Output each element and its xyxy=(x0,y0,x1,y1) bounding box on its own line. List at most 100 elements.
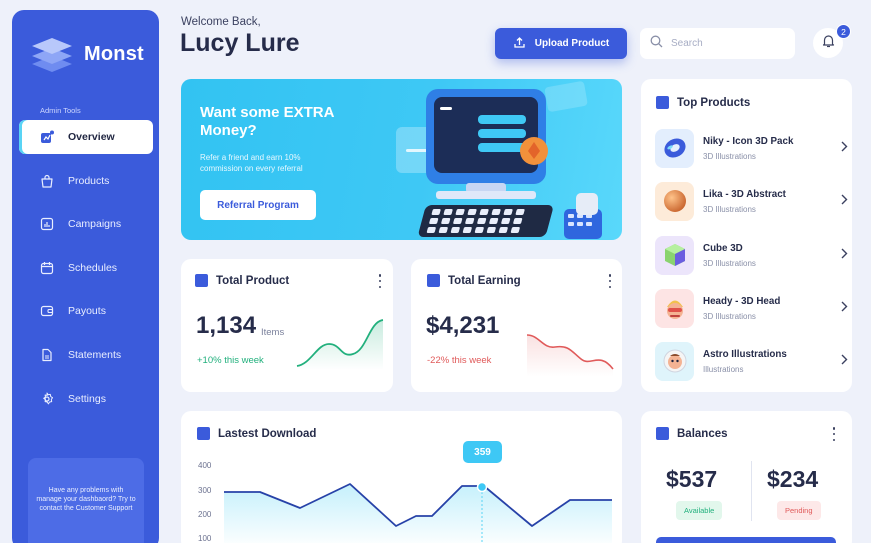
top-products-card: Top Products Niky - Icon 3D Pack 3D Illus… xyxy=(641,79,852,392)
card-title-text: Lastest Download xyxy=(218,427,317,440)
product-name: Niky - Icon 3D Pack xyxy=(703,135,794,147)
more-options-icon[interactable] xyxy=(608,274,612,288)
pending-balance: $234 xyxy=(767,466,819,492)
card-title-text: Total Product xyxy=(216,274,290,287)
card-title-text: Top Products xyxy=(677,96,751,109)
bell-icon xyxy=(822,34,835,53)
product-category: Illustrations xyxy=(703,364,744,374)
welcome-text: Welcome Back, xyxy=(181,16,261,28)
card-title: Balances xyxy=(656,427,728,440)
total-earning-value: $4,231 xyxy=(426,312,500,339)
y-tick-label: 200 xyxy=(198,510,212,519)
list-item[interactable]: Cube 3D 3D Illustrations xyxy=(655,234,848,276)
total-earning-card: Total Earning $4,231 -22% this week xyxy=(411,259,622,392)
product-thumbnail xyxy=(655,128,694,168)
product-name: Lika - 3D Abstract xyxy=(703,188,786,200)
withdraw-button[interactable] xyxy=(656,537,836,543)
promo-title: Want some EXTRA Money? xyxy=(200,104,334,139)
chart-icon xyxy=(40,217,54,231)
card-marker-icon xyxy=(656,96,669,109)
product-name: Heady - 3D Head xyxy=(703,295,781,307)
product-name: Astro Illustrations xyxy=(703,348,787,360)
product-thumbnail xyxy=(655,235,694,275)
chevron-right-icon xyxy=(841,194,848,205)
download-line-chart xyxy=(224,481,612,543)
card-title-text: Total Earning xyxy=(448,274,521,287)
search-bar xyxy=(640,28,795,59)
sidebar-item-overview[interactable]: Overview xyxy=(19,120,153,154)
product-thumbnail xyxy=(655,341,694,381)
bag-icon xyxy=(40,174,54,188)
sidebar-item-label: Settings xyxy=(68,392,106,405)
sidebar-item-label: Products xyxy=(68,174,110,187)
list-item[interactable]: Astro Illustrations Illustrations xyxy=(655,340,848,382)
card-title-text: Balances xyxy=(677,427,728,440)
sidebar-item-payouts[interactable]: Payouts xyxy=(19,294,153,328)
referral-program-button[interactable]: Referral Program xyxy=(200,190,316,220)
upload-icon xyxy=(513,36,526,52)
brand[interactable]: Monst xyxy=(30,34,144,74)
total-earning-sparkline xyxy=(526,334,614,377)
list-item[interactable]: Lika - 3D Abstract 3D Illustrations xyxy=(655,180,848,222)
calendar-icon xyxy=(40,261,54,275)
sidebar-item-statements[interactable]: Statements xyxy=(19,338,153,372)
total-product-unit: Items xyxy=(261,327,285,338)
chevron-right-icon xyxy=(841,141,848,152)
card-marker-icon xyxy=(195,274,208,287)
list-item[interactable]: Heady - 3D Head 3D Illustrations xyxy=(655,287,848,329)
product-name: Cube 3D xyxy=(703,242,743,254)
y-tick-label: 400 xyxy=(198,461,212,470)
sidebar-item-label: Campaigns xyxy=(68,218,122,231)
more-options-icon[interactable] xyxy=(832,427,836,441)
total-earning-change: -22% this week xyxy=(427,355,492,366)
card-marker-icon xyxy=(197,427,210,440)
upload-label: Upload Product xyxy=(534,38,610,49)
balances-card: Balances $537 Available $234 Pending xyxy=(641,411,852,543)
total-product-sparkline xyxy=(296,319,384,370)
sidebar-item-label: Overview xyxy=(68,131,115,143)
card-title: Total Earning xyxy=(427,274,521,287)
divider xyxy=(751,461,752,521)
gear-icon xyxy=(40,392,54,406)
promo-subtitle: Refer a friend and earn 10% commission o… xyxy=(200,153,303,173)
overview-icon xyxy=(40,130,54,144)
sidebar-item-schedules[interactable]: Schedules xyxy=(19,251,153,285)
sidebar: Monst Admin Tools Overview Products Camp… xyxy=(12,10,159,543)
help-card: Have any problems with manage your dashb… xyxy=(28,458,144,543)
chart-tooltip: 359 xyxy=(463,441,502,463)
product-category: 3D Illustrations xyxy=(703,258,756,268)
help-text: Have any problems with manage your dashb… xyxy=(36,487,136,512)
wallet-icon xyxy=(40,304,54,318)
promo-banner: Want some EXTRA Money? Refer a friend an… xyxy=(181,79,622,240)
list-item[interactable]: Niky - Icon 3D Pack 3D Illustrations xyxy=(655,127,848,169)
available-badge: Available xyxy=(676,501,723,520)
sidebar-item-label: Payouts xyxy=(68,305,106,318)
card-marker-icon xyxy=(656,427,669,440)
card-marker-icon xyxy=(427,274,440,287)
product-category: 3D Illustrations xyxy=(703,151,756,161)
pending-badge: Pending xyxy=(777,501,821,520)
sidebar-nav: Overview Products Campaigns Schedules Pa… xyxy=(19,120,153,425)
product-thumbnail xyxy=(655,181,694,221)
page-title: Lucy Lure xyxy=(180,29,300,57)
sidebar-item-settings[interactable]: Settings xyxy=(19,382,153,416)
sidebar-item-label: Statements xyxy=(68,348,122,361)
y-tick-label: 100 xyxy=(198,534,212,543)
product-thumbnail xyxy=(655,288,694,328)
sidebar-item-label: Schedules xyxy=(68,261,118,274)
card-title: Lastest Download xyxy=(197,427,316,440)
section-label: Admin Tools xyxy=(40,106,81,115)
app-name: Monst xyxy=(84,42,144,65)
total-product-change: +10% this week xyxy=(197,355,264,366)
available-balance: $537 xyxy=(666,466,718,492)
sidebar-item-campaigns[interactable]: Campaigns xyxy=(19,207,153,241)
more-options-icon[interactable] xyxy=(378,274,382,288)
notification-badge: 2 xyxy=(836,24,851,39)
chevron-right-icon xyxy=(841,301,848,312)
monst-logo-icon xyxy=(30,34,74,74)
upload-product-button[interactable]: Upload Product xyxy=(495,28,627,59)
card-title: Top Products xyxy=(656,96,750,109)
sidebar-item-products[interactable]: Products xyxy=(19,164,153,198)
document-icon xyxy=(40,348,54,362)
search-input[interactable] xyxy=(671,38,781,49)
